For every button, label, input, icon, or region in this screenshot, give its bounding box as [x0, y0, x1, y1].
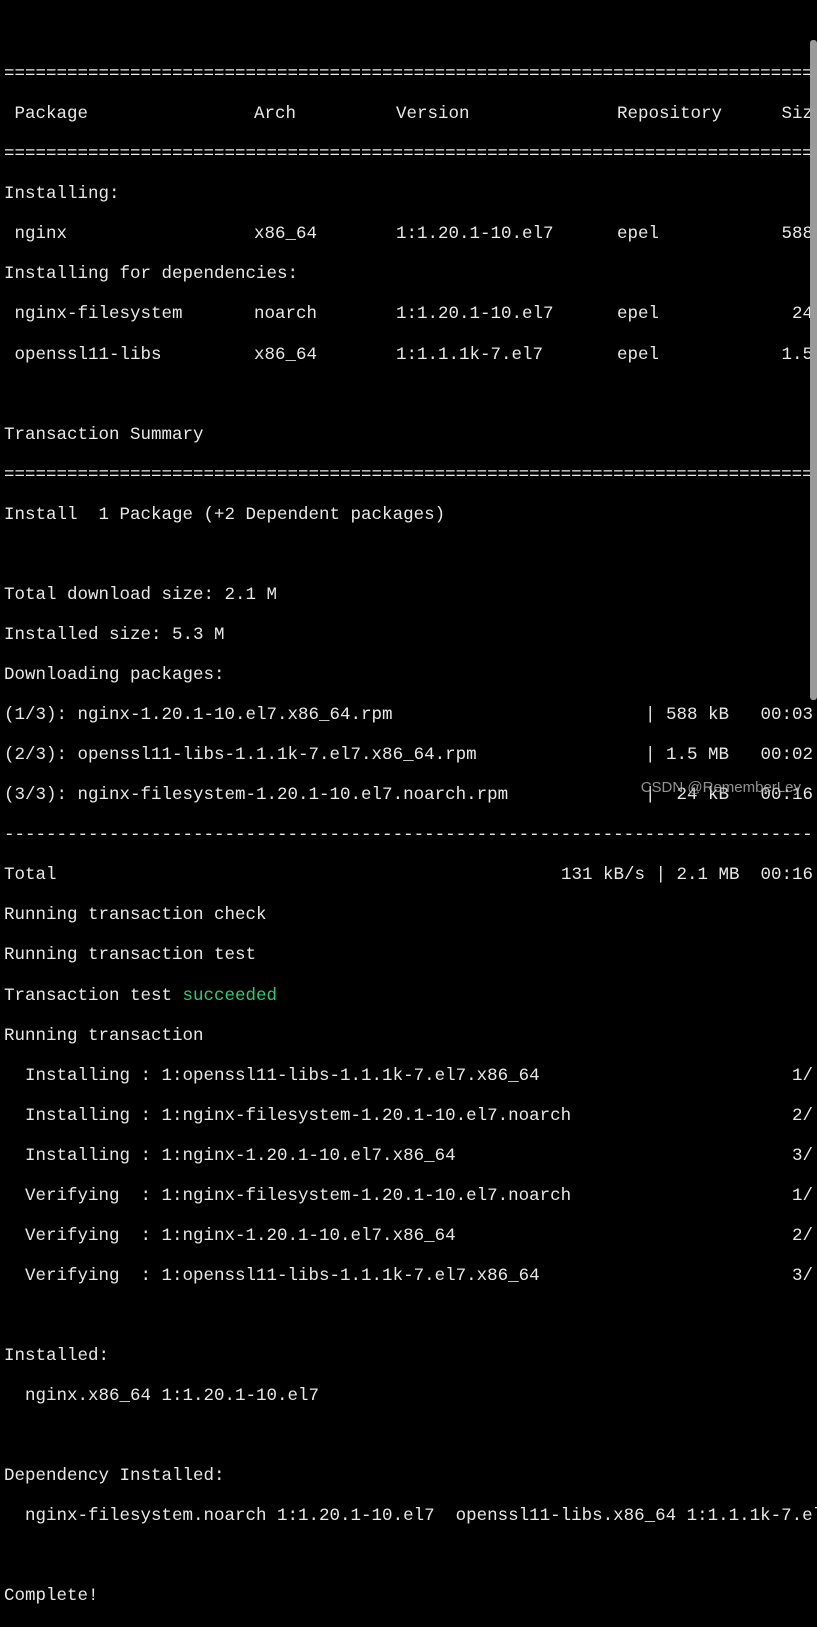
tx-test-label: Transaction test — [4, 986, 183, 1006]
dep-installed-line: nginx-filesystem.noarch 1:1.20.1-10.el7 … — [4, 1506, 813, 1526]
table-header: Package Arch Version Repository Siz — [4, 104, 813, 124]
package-row: nginx x86_64 1:1.20.1-10.el7 epel 588 — [4, 224, 813, 244]
tx-step-num: 1/ — [792, 1066, 813, 1086]
package-row: openssl11-libs x86_64 1:1.1.1k-7.el7 epe… — [4, 345, 813, 365]
installed-line: nginx.x86_64 1:1.20.1-10.el7 — [4, 1386, 813, 1406]
tx-step: Verifying : 1:openssl11-libs-1.1.1k-7.el… — [4, 1266, 540, 1286]
tx-step-num: 1/ — [792, 1186, 813, 1206]
tx-step-row: Verifying : 1:nginx-1.20.1-10.el7.x86_64… — [4, 1226, 813, 1246]
download-row: (2/3): openssl11-libs-1.1.1k-7.el7.x86_6… — [4, 745, 813, 765]
section-installing-deps: Installing for dependencies: — [4, 264, 813, 284]
tx-step-row: Installing : 1:openssl11-libs-1.1.1k-7.e… — [4, 1066, 813, 1086]
download-file: (3/3): nginx-filesystem-1.20.1-10.el7.no… — [4, 785, 508, 805]
tx-step-row: Verifying : 1:nginx-filesystem-1.20.1-10… — [4, 1186, 813, 1206]
divider-dash: ----------------------------------------… — [4, 825, 813, 845]
blank-line — [4, 1546, 813, 1566]
running-tx-check: Running transaction check — [4, 905, 813, 925]
blank-line — [4, 545, 813, 565]
header-repo: Repository — [617, 104, 755, 124]
tx-step: Verifying : 1:nginx-1.20.1-10.el7.x86_64 — [4, 1226, 456, 1246]
download-stats: | 1.5 MB 00:02 — [645, 745, 813, 765]
tx-step-num: 2/ — [792, 1106, 813, 1126]
header-size: Siz — [755, 104, 813, 124]
divider: ========================================… — [4, 144, 813, 164]
pkg-name: openssl11-libs — [4, 345, 254, 365]
download-stats: | 588 kB 00:03 — [645, 705, 813, 725]
blank-line — [4, 385, 813, 405]
pkg-ver: 1:1.20.1-10.el7 — [396, 224, 617, 244]
total-stats: 131 kB/s | 2.1 MB 00:16 — [561, 865, 813, 885]
tx-step-num: 3/ — [792, 1266, 813, 1286]
tx-step-row: Verifying : 1:openssl11-libs-1.1.1k-7.el… — [4, 1266, 813, 1286]
tx-step-num: 2/ — [792, 1226, 813, 1246]
total-row: Total 131 kB/s | 2.1 MB 00:16 — [4, 865, 813, 885]
pkg-repo: epel — [617, 304, 755, 324]
tx-step-num: 3/ — [792, 1146, 813, 1166]
download-row: (1/3): nginx-1.20.1-10.el7.x86_64.rpm | … — [4, 705, 813, 725]
package-row: nginx-filesystem noarch 1:1.20.1-10.el7 … — [4, 304, 813, 324]
watermark: CSDN @RememberLey — [641, 779, 801, 796]
tx-step: Installing : 1:nginx-1.20.1-10.el7.x86_6… — [4, 1146, 456, 1166]
total-label: Total — [4, 865, 57, 885]
blank-line — [4, 1426, 813, 1446]
downloading-packages: Downloading packages: — [4, 665, 813, 685]
header-arch: Arch — [254, 104, 396, 124]
pkg-size: 588 — [755, 224, 813, 244]
header-version: Version — [396, 104, 617, 124]
download-size-line: Total download size: 2.1 M — [4, 585, 813, 605]
tx-step: Installing : 1:openssl11-libs-1.1.1k-7.e… — [4, 1066, 540, 1086]
installed-size-line: Installed size: 5.3 M — [4, 625, 813, 645]
blank-line — [4, 24, 813, 44]
scrollbar-thumb[interactable] — [810, 40, 817, 700]
pkg-arch: x86_64 — [254, 224, 396, 244]
terminal-output: ========================================… — [0, 0, 817, 1627]
tx-test-status: succeeded — [183, 986, 278, 1006]
installed-header: Installed: — [4, 1346, 813, 1366]
divider: ========================================… — [4, 465, 813, 485]
pkg-repo: epel — [617, 345, 755, 365]
divider: ========================================… — [4, 64, 813, 84]
scrollbar-track[interactable] — [810, 0, 817, 818]
pkg-size: 24 — [755, 304, 813, 324]
tx-step-row: Installing : 1:nginx-filesystem-1.20.1-1… — [4, 1106, 813, 1126]
tx-step: Installing : 1:nginx-filesystem-1.20.1-1… — [4, 1106, 571, 1126]
running-tx: Running transaction — [4, 1026, 813, 1046]
pkg-name: nginx — [4, 224, 254, 244]
pkg-arch: noarch — [254, 304, 396, 324]
install-count-line: Install 1 Package (+2 Dependent packages… — [4, 505, 813, 525]
download-file: (2/3): openssl11-libs-1.1.1k-7.el7.x86_6… — [4, 745, 477, 765]
section-tx-summary: Transaction Summary — [4, 425, 813, 445]
pkg-name: nginx-filesystem — [4, 304, 254, 324]
download-file: (1/3): nginx-1.20.1-10.el7.x86_64.rpm — [4, 705, 393, 725]
blank-line — [4, 1306, 813, 1326]
pkg-size: 1.5 — [755, 345, 813, 365]
pkg-ver: 1:1.20.1-10.el7 — [396, 304, 617, 324]
pkg-ver: 1:1.1.1k-7.el7 — [396, 345, 617, 365]
dep-installed-header: Dependency Installed: — [4, 1466, 813, 1486]
tx-step: Verifying : 1:nginx-filesystem-1.20.1-10… — [4, 1186, 571, 1206]
section-installing: Installing: — [4, 184, 813, 204]
complete-line: Complete! — [4, 1586, 813, 1606]
header-package: Package — [4, 104, 254, 124]
pkg-repo: epel — [617, 224, 755, 244]
pkg-arch: x86_64 — [254, 345, 396, 365]
running-tx-test: Running transaction test — [4, 945, 813, 965]
tx-test-result: Transaction test succeeded — [4, 986, 813, 1006]
tx-step-row: Installing : 1:nginx-1.20.1-10.el7.x86_6… — [4, 1146, 813, 1166]
